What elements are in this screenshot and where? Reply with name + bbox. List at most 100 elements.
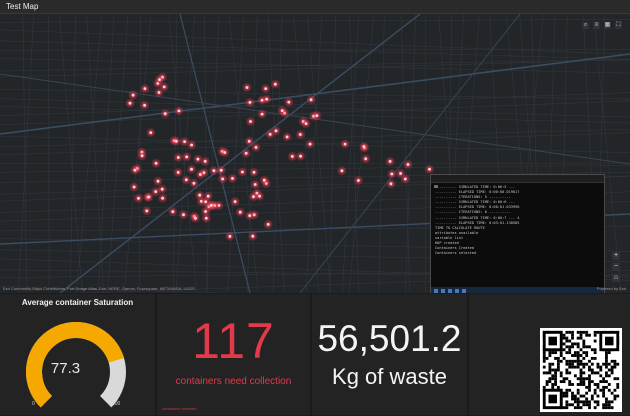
container-marker[interactable] <box>212 169 216 173</box>
container-marker[interactable] <box>343 142 347 146</box>
container-marker[interactable] <box>184 178 188 182</box>
container-marker[interactable] <box>362 145 366 148</box>
container-marker[interactable] <box>177 109 181 113</box>
container-marker[interactable] <box>185 155 189 159</box>
home-button[interactable]: ⌂ <box>612 274 620 282</box>
container-marker[interactable] <box>190 167 193 171</box>
container-marker[interactable] <box>252 170 256 174</box>
container-marker[interactable] <box>204 216 208 220</box>
container-marker[interactable] <box>399 172 402 175</box>
container-marker[interactable] <box>198 173 202 176</box>
container-marker[interactable] <box>228 235 232 238</box>
search-icon[interactable]: ⌕ <box>582 22 589 29</box>
container-marker[interactable] <box>176 171 180 174</box>
container-marker[interactable] <box>157 91 161 94</box>
container-marker[interactable] <box>309 98 313 102</box>
container-marker[interactable] <box>161 196 165 200</box>
container-marker[interactable] <box>132 185 136 189</box>
container-marker[interactable] <box>273 82 277 86</box>
container-marker[interactable] <box>264 87 268 90</box>
container-marker[interactable] <box>406 163 410 166</box>
container-marker[interactable] <box>171 210 175 214</box>
container-marker[interactable] <box>248 214 252 218</box>
container-marker[interactable] <box>280 109 284 112</box>
zoom-in-button[interactable]: + <box>612 252 620 260</box>
container-marker[interactable] <box>268 132 272 136</box>
container-marker[interactable] <box>357 179 360 182</box>
container-marker[interactable] <box>258 194 261 198</box>
basemap-icon[interactable]: ▦ <box>604 22 611 29</box>
container-marker[interactable] <box>223 151 227 154</box>
console-window[interactable]: ---------- SIMULATED TIME: 0:00:5 --- ---… <box>430 174 605 293</box>
container-marker[interactable] <box>149 131 153 134</box>
container-marker[interactable] <box>206 194 210 198</box>
powered-by-esri[interactable]: Powered by Esri <box>597 286 626 291</box>
container-marker[interactable] <box>287 100 291 104</box>
container-marker[interactable] <box>248 101 252 104</box>
container-marker[interactable] <box>182 213 185 217</box>
container-marker[interactable] <box>403 177 407 181</box>
container-marker[interactable] <box>304 122 308 125</box>
container-marker[interactable] <box>308 142 312 146</box>
container-marker[interactable] <box>183 140 187 143</box>
container-marker[interactable] <box>340 169 344 173</box>
container-marker[interactable] <box>290 155 294 158</box>
container-marker[interactable] <box>196 157 200 161</box>
container-marker[interactable] <box>156 179 160 183</box>
container-marker[interactable] <box>140 154 144 158</box>
container-marker[interactable] <box>192 181 196 185</box>
container-marker[interactable] <box>262 178 266 182</box>
container-marker[interactable] <box>158 78 161 81</box>
container-marker[interactable] <box>163 112 167 116</box>
container-marker[interactable] <box>390 172 394 176</box>
container-marker[interactable] <box>233 200 237 204</box>
container-marker[interactable] <box>428 167 431 171</box>
container-marker[interactable] <box>198 193 202 197</box>
container-marker[interactable] <box>190 143 194 147</box>
container-marker[interactable] <box>266 223 270 226</box>
container-marker[interactable] <box>231 177 234 180</box>
container-marker[interactable] <box>203 159 207 163</box>
map-attribution[interactable]: Esri Community Maps Contributors, Fort D… <box>3 286 195 291</box>
container-marker[interactable] <box>147 195 151 199</box>
container-marker[interactable] <box>154 161 158 165</box>
container-marker[interactable] <box>162 85 166 89</box>
container-marker[interactable] <box>265 97 269 101</box>
container-marker[interactable] <box>194 216 197 220</box>
container-marker[interactable] <box>143 103 147 107</box>
container-marker[interactable] <box>245 86 249 89</box>
container-marker[interactable] <box>131 93 135 97</box>
container-marker[interactable] <box>254 146 258 149</box>
zoom-out-button[interactable]: − <box>612 263 620 271</box>
container-marker[interactable] <box>209 204 213 207</box>
map-view[interactable]: ⌕ ≡ ▦ ⛶ ---------- SIMULATED TIME: 0:00:… <box>0 14 630 293</box>
layers-icon[interactable]: ≡ <box>593 22 600 29</box>
container-marker[interactable] <box>253 183 257 186</box>
container-marker[interactable] <box>389 182 393 186</box>
container-marker[interactable] <box>128 101 132 105</box>
container-marker[interactable] <box>176 156 180 159</box>
container-marker[interactable] <box>315 114 319 117</box>
container-marker[interactable] <box>388 160 392 163</box>
container-marker[interactable] <box>252 195 255 199</box>
container-marker[interactable] <box>251 234 255 238</box>
container-marker[interactable] <box>249 120 252 123</box>
container-marker[interactable] <box>238 210 242 214</box>
container-marker[interactable] <box>133 168 137 172</box>
container-marker[interactable] <box>174 139 178 143</box>
fullscreen-icon[interactable]: ⛶ <box>615 22 622 29</box>
container-marker[interactable] <box>299 154 302 158</box>
container-marker[interactable] <box>260 112 264 116</box>
container-marker[interactable] <box>219 168 223 172</box>
container-marker[interactable] <box>285 135 289 139</box>
container-marker[interactable] <box>364 157 368 161</box>
container-marker[interactable] <box>160 187 164 191</box>
container-marker[interactable] <box>221 177 225 181</box>
container-marker[interactable] <box>137 196 140 200</box>
container-marker[interactable] <box>247 139 251 143</box>
console-title-bar[interactable] <box>431 175 604 188</box>
container-marker[interactable] <box>244 151 248 155</box>
container-marker[interactable] <box>154 190 158 194</box>
container-marker[interactable] <box>145 209 149 213</box>
container-marker[interactable] <box>274 129 278 133</box>
